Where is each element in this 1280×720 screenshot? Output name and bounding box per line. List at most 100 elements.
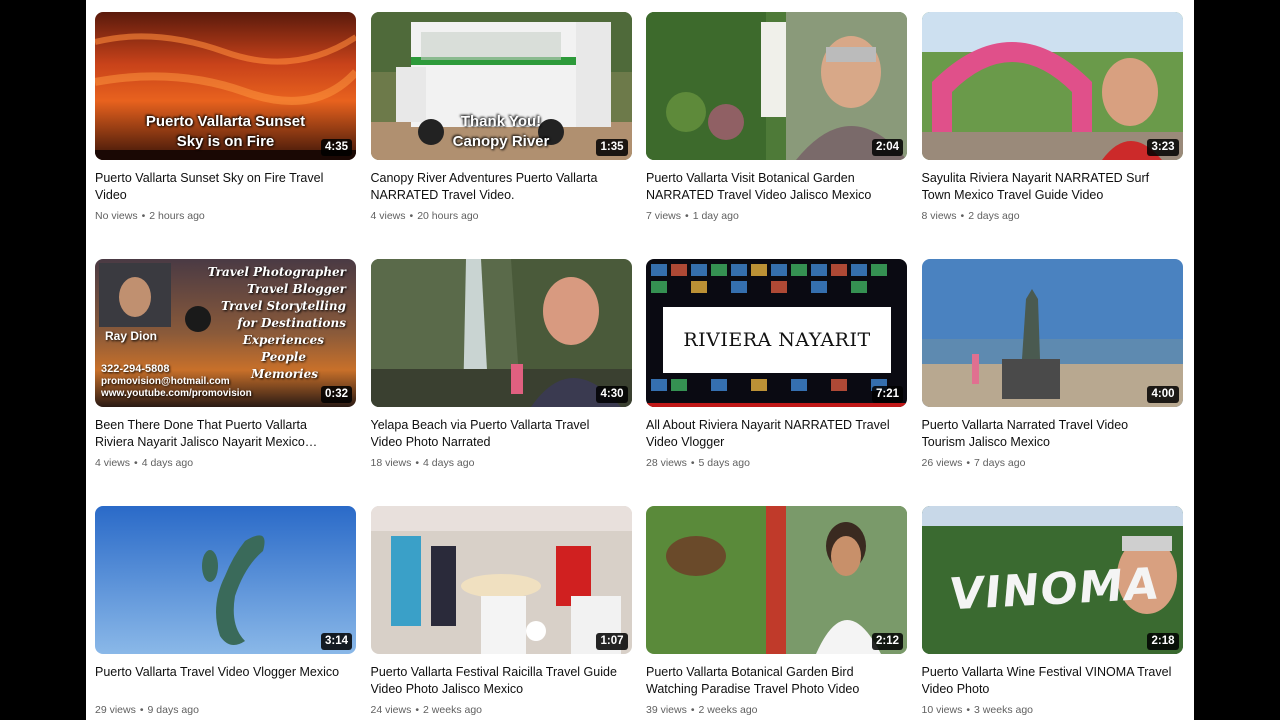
- video-meta: 26 views • 7 days ago: [921, 457, 1026, 469]
- video-thumbnail[interactable]: 4:00: [921, 259, 1183, 407]
- video-card[interactable]: VINOMA 2:18 Puerto Vallarta Wine Festiva…: [921, 506, 1183, 720]
- view-count: 26 views: [921, 457, 963, 469]
- video-meta: 39 views • 2 weeks ago: [646, 704, 758, 716]
- upload-age: 9 days ago: [147, 704, 199, 716]
- video-thumbnail[interactable]: 4:30: [370, 259, 632, 407]
- video-thumbnail[interactable]: Thank You! Canopy River 1:35: [370, 12, 632, 160]
- duration-badge: 2:04: [871, 139, 903, 156]
- card-line: Experiences: [242, 333, 324, 347]
- card-line: Travel Blogger: [247, 282, 346, 296]
- video-card[interactable]: 1:07 Puerto Vallarta Festival Raicilla T…: [370, 506, 632, 720]
- card-website: www.youtube.com/promovision: [101, 388, 252, 399]
- card-line: Travel Storytelling: [221, 299, 346, 313]
- video-thumbnail[interactable]: Puerto Vallarta Sunset Sky is on Fire 4:…: [95, 12, 356, 160]
- video-grid-page: Puerto Vallarta Sunset Sky is on Fire 4:…: [86, 0, 1194, 720]
- video-meta: 4 views • 20 hours ago: [370, 210, 479, 222]
- view-count: 18 views: [370, 457, 412, 469]
- duration-badge: 3:23: [1147, 139, 1179, 156]
- video-card[interactable]: 3:23 Sayulita Riviera Nayarit NARRATED S…: [921, 12, 1183, 259]
- thumbnail-overlay-text: Thank You! Canopy River: [452, 113, 550, 150]
- video-title[interactable]: Been There Done That Puerto Vallarta Riv…: [95, 417, 345, 451]
- video-card[interactable]: Puerto Vallarta Sunset Sky is on Fire 4:…: [95, 12, 356, 259]
- video-meta: 8 views • 2 days ago: [921, 210, 1020, 222]
- view-count: 4 views: [370, 210, 406, 222]
- video-card[interactable]: RIVIERA NAYARIT 7:21 All About Riviera N…: [646, 259, 907, 506]
- card-contact: 322-294-5808 promovision@hotmail.com www…: [101, 363, 252, 401]
- video-thumbnail[interactable]: RIVIERA NAYARIT 7:21: [646, 259, 907, 407]
- riviera-nayarit-logo: RIVIERA NAYARIT: [663, 307, 891, 373]
- video-title[interactable]: Puerto Vallarta Festival Raicilla Travel…: [371, 664, 621, 698]
- video-card[interactable]: 3:14 Puerto Vallarta Travel Video Vlogge…: [95, 506, 356, 720]
- upload-age: 2 weeks ago: [423, 704, 483, 716]
- upload-age: 4 days ago: [423, 457, 475, 469]
- view-count: 28 views: [646, 457, 687, 469]
- video-grid: Puerto Vallarta Sunset Sky is on Fire 4:…: [95, 12, 1183, 720]
- upload-age: 7 days ago: [974, 457, 1026, 469]
- video-meta: 28 views • 5 days ago: [646, 457, 750, 469]
- video-meta: 18 views • 4 days ago: [370, 457, 475, 469]
- view-count: No views: [95, 210, 138, 222]
- video-title[interactable]: Puerto Vallarta Sunset Sky on Fire Trave…: [95, 170, 345, 204]
- video-meta: 10 views • 3 weeks ago: [921, 704, 1034, 716]
- upload-age: 20 hours ago: [417, 210, 479, 222]
- duration-badge: 2:12: [871, 633, 903, 650]
- upload-age: 3 weeks ago: [974, 704, 1034, 716]
- video-thumbnail[interactable]: 3:23: [921, 12, 1183, 160]
- business-card-overlay: Travel Photographer Travel Blogger Trave…: [95, 259, 356, 407]
- view-count: 10 views: [921, 704, 963, 716]
- video-title[interactable]: Canopy River Adventures Puerto Vallarta …: [371, 170, 621, 204]
- video-card[interactable]: Travel Photographer Travel Blogger Trave…: [95, 259, 356, 506]
- view-count: 24 views: [370, 704, 412, 716]
- video-meta: No views • 2 hours ago: [95, 210, 205, 222]
- upload-age: 2 weeks ago: [698, 704, 758, 716]
- card-name: Ray Dion: [105, 329, 158, 343]
- duration-badge: 7:21: [871, 386, 903, 403]
- duration-badge: 0:32: [320, 386, 352, 403]
- card-line: People: [261, 350, 306, 364]
- video-meta: 4 views • 4 days ago: [95, 457, 194, 469]
- video-card[interactable]: 2:12 Puerto Vallarta Botanical Garden Bi…: [646, 506, 907, 720]
- video-title[interactable]: Sayulita Riviera Nayarit NARRATED Surf T…: [922, 170, 1172, 204]
- view-count: 39 views: [646, 704, 687, 716]
- duration-badge: 1:35: [596, 139, 628, 156]
- video-thumbnail[interactable]: 1:07: [370, 506, 632, 654]
- card-line: Memories: [251, 367, 318, 381]
- video-thumbnail[interactable]: Travel Photographer Travel Blogger Trave…: [95, 259, 356, 407]
- video-card[interactable]: 4:30 Yelapa Beach via Puerto Vallarta Tr…: [370, 259, 632, 506]
- duration-badge: 3:14: [320, 633, 352, 650]
- upload-age: 2 hours ago: [149, 210, 205, 222]
- video-title[interactable]: Puerto Vallarta Botanical Garden Bird Wa…: [646, 664, 896, 698]
- view-count: 4 views: [95, 457, 131, 469]
- view-count: 7 views: [646, 210, 682, 222]
- view-count: 29 views: [95, 704, 136, 716]
- video-thumbnail[interactable]: 2:04: [646, 12, 907, 160]
- upload-age: 5 days ago: [698, 457, 750, 469]
- duration-badge: 4:30: [596, 386, 628, 403]
- video-title[interactable]: Puerto Vallarta Narrated Travel Video To…: [922, 417, 1172, 451]
- video-card[interactable]: 2:04 Puerto Vallarta Visit Botanical Gar…: [646, 12, 907, 259]
- video-title[interactable]: Yelapa Beach via Puerto Vallarta Travel …: [371, 417, 621, 451]
- upload-age: 1 day ago: [692, 210, 739, 222]
- duration-badge: 1:07: [596, 633, 628, 650]
- card-phone: 322-294-5808: [101, 363, 170, 375]
- video-card[interactable]: Thank You! Canopy River 1:35 Canopy Rive…: [370, 12, 632, 259]
- video-title[interactable]: Puerto Vallarta Visit Botanical Garden N…: [646, 170, 896, 204]
- video-title[interactable]: Puerto Vallarta Wine Festival VINOMA Tra…: [922, 664, 1172, 698]
- video-meta: 29 views • 9 days ago: [95, 704, 199, 716]
- video-thumbnail[interactable]: 2:12: [646, 506, 907, 654]
- upload-age: 2 days ago: [968, 210, 1020, 222]
- card-line: Travel Photographer: [207, 265, 346, 279]
- view-count: 8 views: [921, 210, 957, 222]
- video-title[interactable]: Puerto Vallarta Travel Video Vlogger Mex…: [95, 664, 345, 698]
- video-meta: 24 views • 2 weeks ago: [370, 704, 483, 716]
- duration-badge: 4:00: [1147, 386, 1179, 403]
- card-line: for Destinations: [237, 316, 346, 330]
- thumbnail-overlay-text: Puerto Vallarta Sunset Sky is on Fire: [145, 113, 306, 150]
- video-thumbnail[interactable]: VINOMA 2:18: [921, 506, 1183, 654]
- card-email: promovision@hotmail.com: [101, 375, 230, 387]
- video-thumbnail[interactable]: 3:14: [95, 506, 356, 654]
- video-card[interactable]: 4:00 Puerto Vallarta Narrated Travel Vid…: [921, 259, 1183, 506]
- video-meta: 7 views • 1 day ago: [646, 210, 739, 222]
- video-title[interactable]: All About Riviera Nayarit NARRATED Trave…: [646, 417, 896, 451]
- upload-age: 4 days ago: [141, 457, 194, 469]
